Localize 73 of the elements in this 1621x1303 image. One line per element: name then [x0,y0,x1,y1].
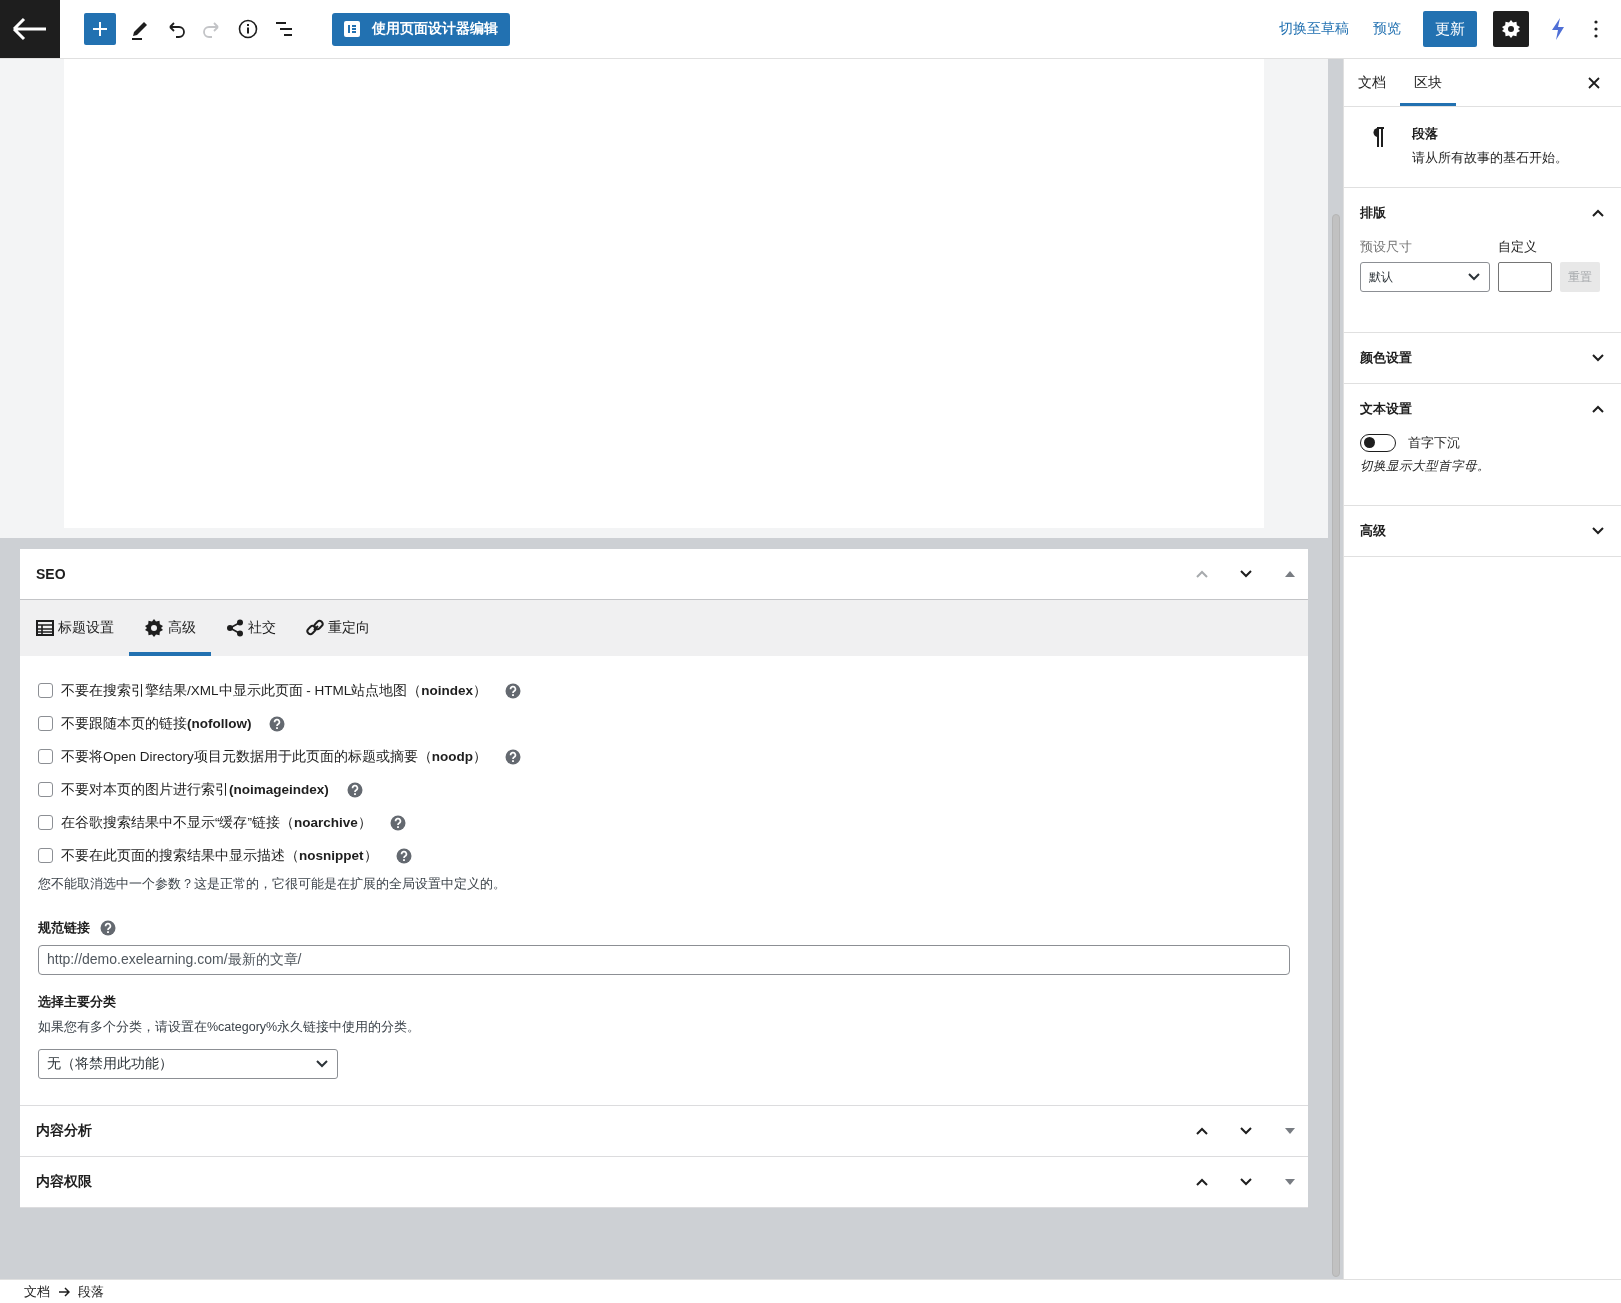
panel-title[interactable]: 排版 [1360,204,1591,222]
help-text: 切换显示大型首字母。 [1360,458,1491,475]
help-icon[interactable] [505,748,522,765]
preview-link[interactable]: 预览 [1367,20,1407,38]
panel-title[interactable]: 文本设置 [1360,400,1591,418]
option-label: 不要在此页面的搜索结果中显示描述（nosnippet） [61,846,378,865]
breadcrumb-link[interactable]: 文档 [24,1282,50,1301]
link-icon [306,619,324,637]
seo-tab[interactable]: 重定向 [291,600,385,656]
seo-tab[interactable]: 社交 [211,600,291,656]
toggle-switch[interactable] [1360,434,1396,452]
option-label: 在谷歌搜索结果中不显示“缓存”链接（noarchive） [61,813,372,832]
switch-to-draft-link[interactable]: 切换至草稿 [1273,20,1355,38]
share-icon [226,619,244,637]
help-icon[interactable] [100,920,116,936]
field-label: 选择主要分类 [38,993,117,1011]
custom-size-field[interactable] [1498,262,1552,292]
checkbox[interactable] [38,683,53,698]
checkbox[interactable] [38,815,53,830]
collapse-icon[interactable] [1591,403,1605,415]
page-designer-button[interactable]: 使用页面设计器编辑 [332,12,510,46]
logo-icon [344,21,360,37]
block-title: 段落 [1412,125,1439,143]
block-description: 请从所有故事的基石开始。 [1412,149,1568,167]
option-label: 不要将Open Directory项目元数据用于此页面的标题或摘要（noodp） [61,747,488,766]
collapse-icon[interactable] [1591,207,1605,219]
seo-tab[interactable]: 标题设置 [21,600,129,656]
lightning-icon[interactable] [1549,17,1567,41]
field-label: 自定义 [1498,238,1538,256]
help-icon[interactable] [389,814,406,831]
seo-tab[interactable]: 高级 [129,600,211,656]
metabox-title[interactable]: 内容权限 [36,1173,1194,1191]
panel-title[interactable]: 高级 [1360,522,1591,540]
field-label: 规范链接 [38,919,90,937]
arrow-icon [58,1285,70,1298]
chevron-down-icon [1467,271,1481,283]
option-label: 不要在搜索引擎结果/XML中显示此页面 - HTML站点地图（noindex） [61,681,488,700]
scrollbar-thumb[interactable] [1332,214,1340,1277]
help-icon[interactable] [505,682,522,699]
settings-button[interactable] [1493,11,1529,47]
expand-icon[interactable] [1591,525,1605,537]
help-icon[interactable] [395,847,412,864]
font-size-dropdown[interactable]: 默认 [1360,262,1490,292]
panel-title[interactable]: 颜色设置 [1360,349,1591,367]
metabox-title[interactable]: 内容分析 [36,1122,1194,1140]
help-text: 如果您有多个分类，请设置在%category%永久链接中使用的分类。 [38,1019,422,1036]
checkbox[interactable] [38,716,53,731]
help-icon[interactable] [346,781,363,798]
update-button[interactable]: 更新 [1423,11,1477,47]
category-dropdown[interactable]: 无（将禁用此功能） [38,1049,338,1079]
back-button[interactable] [0,0,60,58]
option-label: 不要对本页的图片进行索引(noimageindex) [61,780,329,799]
help-icon[interactable] [269,715,286,732]
checkbox[interactable] [38,749,53,764]
canonical-url-field[interactable]: http://demo.exelearning.com/最新的文章/ [38,945,1290,975]
breadcrumb-link[interactable]: 段落 [78,1282,104,1301]
table-icon [36,620,54,636]
sidebar-tab[interactable]: 区块 [1400,59,1456,106]
chevron-down-icon [315,1058,329,1070]
gear-icon [144,618,164,638]
gear-icon [1501,19,1521,39]
plus-icon [91,20,109,38]
checkbox[interactable] [38,782,53,797]
toggle-label: 首字下沉 [1408,434,1460,452]
field-label: 预设尺寸 [1360,238,1413,256]
more-menu-icon[interactable] [1593,19,1599,39]
option-label: 不要跟随本页的链接(nofollow) [61,714,252,733]
metabox-title[interactable]: SEO [36,566,1194,582]
expand-icon[interactable] [1591,352,1605,364]
checkbox[interactable] [38,848,53,863]
help-text: 您不能取消选中一个参数？这是正常的，它很可能是在扩展的全局设置中定义的。 [38,876,507,893]
sidebar-tab[interactable]: 文档 [1344,59,1400,106]
add-block-button[interactable] [84,13,116,45]
